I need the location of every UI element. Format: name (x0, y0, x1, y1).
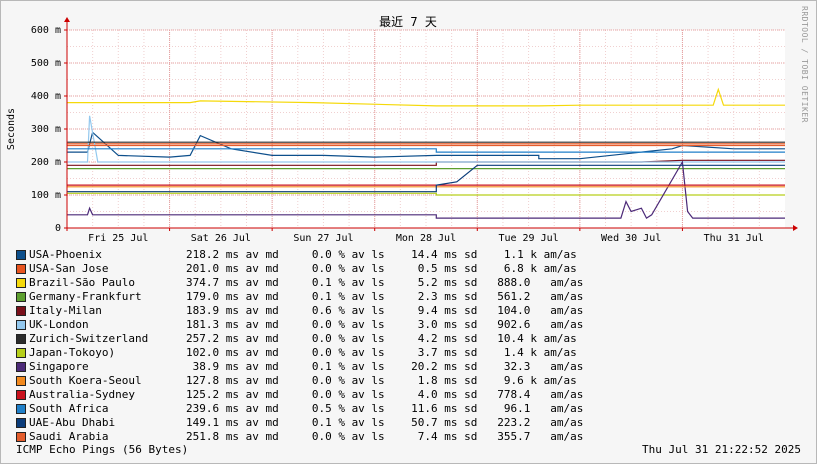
x-tick-label: Thu 31 Jul (704, 233, 764, 244)
watermark: RRDTOOL / TOBI OETIKER (800, 6, 809, 123)
legend-swatch (16, 418, 26, 428)
legend-series-stats: 181.3 ms av md 0.0 % av ls 3.0 ms sd 902… (186, 318, 584, 331)
legend-swatch (16, 432, 26, 442)
legend-series-name: USA-San Jose (29, 262, 109, 275)
legend-series-stats: 149.1 ms av md 0.1 % av ls 50.7 ms sd 22… (186, 416, 584, 429)
legend-swatch (16, 348, 26, 358)
x-tick-label: Sat 26 Jul (191, 233, 251, 244)
legend-series-name: South Koera-Seoul (29, 374, 142, 387)
legend-swatch (16, 320, 26, 330)
legend-swatch (16, 250, 26, 260)
y-axis-arrow (64, 17, 70, 22)
legend-series-name: Germany-Frankfurt (29, 290, 142, 303)
legend-series-name: Singapore (29, 360, 89, 373)
footer-timestamp: Thu Jul 31 21:22:52 2025 (642, 443, 801, 456)
legend-swatch (16, 376, 26, 386)
y-axis-label: Seconds (6, 108, 17, 150)
legend-series-name: Australia-Sydney (29, 388, 135, 401)
legend-series-name: Saudi Arabia (29, 430, 109, 443)
y-tick-label: 300 m (31, 124, 61, 135)
legend-series-stats: 102.0 ms av md 0.0 % av ls 3.7 ms sd 1.4… (186, 346, 577, 359)
y-tick-label: 100 m (31, 190, 61, 201)
y-tick-label: 500 m (31, 58, 61, 69)
x-axis-arrow (793, 225, 798, 231)
legend-series-name: Brazil-São Paulo (29, 276, 135, 289)
legend-series-stats: 218.2 ms av md 0.0 % av ls 14.4 ms sd 1.… (186, 248, 577, 261)
legend-swatch (16, 362, 26, 372)
x-tick-label: Tue 29 Jul (498, 233, 558, 244)
legend-series-name: UAE-Abu Dhabi (29, 416, 116, 429)
legend-swatch (16, 334, 26, 344)
y-tick-label: 400 m (31, 91, 61, 102)
legend-series-stats: 125.2 ms av md 0.0 % av ls 4.0 ms sd 778… (186, 388, 584, 401)
legend-swatch (16, 264, 26, 274)
legend-series-stats: 183.9 ms av md 0.6 % av ls 9.4 ms sd 104… (186, 304, 584, 317)
legend-series-stats: 251.8 ms av md 0.0 % av ls 7.4 ms sd 355… (186, 430, 584, 443)
legend-series-stats: 38.9 ms av md 0.1 % av ls 20.2 ms sd 32.… (186, 360, 584, 373)
legend-series-stats: 179.0 ms av md 0.1 % av ls 2.3 ms sd 561… (186, 290, 584, 303)
chart-title: 最近 7 天 (379, 15, 437, 29)
x-tick-label: Sun 27 Jul (293, 233, 353, 244)
x-tick-label: Wed 30 Jul (601, 233, 661, 244)
legend-series-name: Japan-Tokoyo) (29, 346, 116, 359)
legend-series-name: Italy-Milan (29, 304, 102, 317)
legend-series-name: Zurich-Switzerland (29, 332, 149, 345)
x-tick-label: Mon 28 Jul (396, 233, 456, 244)
legend-swatch (16, 306, 26, 316)
legend-series-stats: 127.8 ms av md 0.0 % av ls 1.8 ms sd 9.6… (186, 374, 577, 387)
legend-swatch (16, 278, 26, 288)
y-tick-label: 0 (55, 223, 61, 234)
legend-swatch (16, 390, 26, 400)
y-tick-label: 600 m (31, 25, 61, 36)
legend-series-name: South Africa (29, 402, 109, 415)
footer-description: ICMP Echo Pings (56 Bytes) (16, 443, 189, 456)
legend-series-name: UK-London (29, 318, 89, 331)
legend-series-stats: 257.2 ms av md 0.0 % av ls 4.2 ms sd 10.… (186, 332, 577, 345)
y-tick-label: 200 m (31, 157, 61, 168)
legend-swatch (16, 292, 26, 302)
legend-series-name: USA-Phoenix (29, 248, 102, 261)
x-tick-label: Fri 25 Jul (88, 233, 148, 244)
legend-series-stats: 239.6 ms av md 0.5 % av ls 11.6 ms sd 96… (186, 402, 584, 415)
legend-series-stats: 374.7 ms av md 0.1 % av ls 5.2 ms sd 888… (186, 276, 584, 289)
legend-series-stats: 201.0 ms av md 0.0 % av ls 0.5 ms sd 6.8… (186, 262, 577, 275)
latency-chart: 最近 7 天 Seconds 0 100 m 200 m 300 m 400 m 500 … (6, 15, 798, 244)
legend-swatch (16, 404, 26, 414)
